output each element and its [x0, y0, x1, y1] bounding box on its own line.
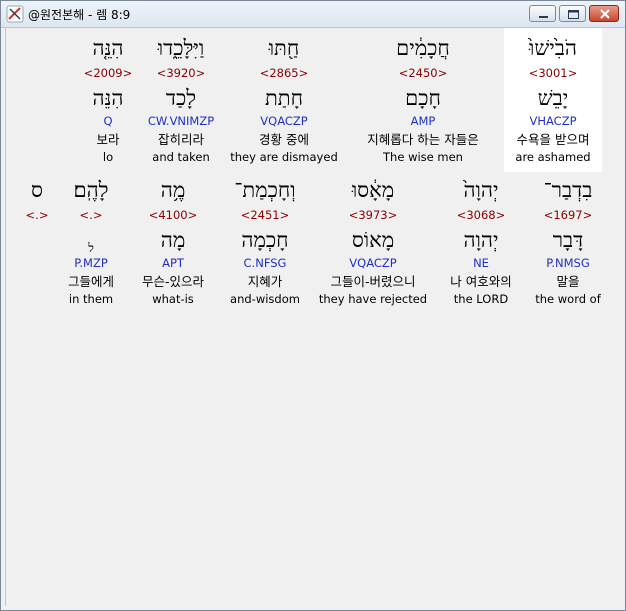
parsing-code: P.MZP: [74, 256, 108, 270]
interlinear-view[interactable]: הֹבִ֙ישׁוּ֙ <3001> יָבֵשׁ VHACZP 수욕을 받으며…: [5, 27, 620, 606]
strong-number[interactable]: <4100>: [132, 208, 214, 222]
strong-number[interactable]: <2865>: [226, 66, 342, 80]
word-cell[interactable]: הִנֵּ֤ה <2009> הִנֵּה Q 보라 lo: [80, 28, 136, 172]
title-bar[interactable]: @원전본해 - 렘 8:9: [1, 1, 625, 28]
strong-number[interactable]: <2451>: [220, 208, 310, 222]
word-cell[interactable]: וְחָכְמַת־ <2451> חָכְמָה C.NFSG 지혜가 and…: [220, 170, 310, 314]
hebrew-word: וַיִּלָּכֵ֑דוּ: [157, 36, 205, 60]
app-window: @원전본해 - 렘 8:9 הֹבִ֙ישׁוּ֙ <3001> יָבֵשׁ …: [0, 0, 626, 611]
korean-gloss: 지혜가: [247, 274, 283, 289]
strong-number[interactable]: <2009>: [80, 66, 136, 80]
lexical-form: יָבֵשׁ: [537, 86, 569, 110]
lexical-form: מָה: [160, 228, 186, 252]
lexical-form: מָאוֹס: [351, 228, 395, 252]
lexical-form: חָכָם: [405, 86, 441, 110]
strong-number[interactable]: <1697>: [532, 208, 604, 222]
korean-gloss: 지혜롭다 하는 자들은: [367, 132, 479, 147]
english-gloss: lo: [102, 150, 114, 164]
english-gloss: they have rejected: [318, 292, 428, 306]
korean-gloss: 보라: [96, 132, 120, 147]
parsing-code: NE: [473, 256, 489, 270]
hebrew-word: הֹבִ֙ישׁוּ֙: [529, 36, 577, 60]
maximize-button[interactable]: [559, 5, 586, 22]
korean-gloss: 그들이-버렸으니: [330, 274, 416, 289]
hebrew-word: מָאָ֔סוּ: [351, 178, 395, 202]
strong-number[interactable]: <3920>: [142, 66, 220, 80]
word-cell[interactable]: מֶ֥ה <4100> מָה APT 무슨-있으라 what-is: [132, 170, 214, 314]
english-gloss: and taken: [152, 150, 210, 164]
korean-gloss: 그들에게: [67, 274, 114, 289]
parsing-code: CW.VNIMZP: [147, 114, 215, 128]
parsing-code: APT: [162, 256, 184, 270]
english-gloss: are ashamed: [515, 150, 591, 164]
parsing-code: Q: [103, 114, 113, 128]
minimize-button[interactable]: [529, 5, 556, 22]
strong-number[interactable]: <.>: [20, 208, 54, 222]
word-cell[interactable]: ס <.>: [20, 170, 54, 314]
english-gloss: and-wisdom: [230, 292, 300, 306]
korean-gloss: 잡히리라: [157, 132, 204, 147]
parsing-code: VQACZP: [349, 256, 397, 270]
word-cell[interactable]: חֲכָמִ֔ים <2450> חָכָם AMP 지혜롭다 하는 자들은 T…: [348, 28, 498, 172]
hebrew-word: יְהוָה֙: [463, 178, 499, 202]
english-gloss: what-is: [152, 292, 194, 306]
close-icon: [600, 9, 610, 19]
lexical-form: חָתַת: [264, 86, 304, 110]
parsing-code: AMP: [410, 114, 436, 128]
korean-gloss: 경황 중에: [259, 132, 309, 147]
lexical-form: יְהוָה: [463, 228, 499, 252]
hebrew-word: ס: [31, 178, 43, 202]
parsing-code: VHACZP: [529, 114, 577, 128]
hebrew-word: חֲכָמִ֔ים: [396, 36, 450, 60]
strong-number[interactable]: <3068>: [436, 208, 526, 222]
hebrew-word: חַ֖תּוּ: [268, 36, 300, 60]
korean-gloss: 무슨-있으라: [141, 274, 204, 289]
strong-number[interactable]: <2450>: [348, 66, 498, 80]
word-cell[interactable]: הֹבִ֙ישׁוּ֙ <3001> יָבֵשׁ VHACZP 수욕을 받으며…: [504, 28, 602, 172]
window-title: @원전본해 - 렘 8:9: [28, 8, 131, 22]
korean-gloss: 말을: [556, 274, 580, 289]
word-cell[interactable]: וַיִּלָּכֵ֑דוּ <3920> לָכַד CW.VNIMZP 잡히…: [142, 28, 220, 172]
korean-gloss: 수욕을 받으며: [516, 132, 590, 147]
word-cell[interactable]: בִדְבַר־ <1697> דָּבָר P.NMSG 말을 the wor…: [532, 170, 604, 314]
hebrew-word: וְחָכְמַת־: [234, 178, 296, 202]
strong-number[interactable]: <3001>: [504, 66, 602, 80]
hebrew-word: בִדְבַר־: [543, 178, 593, 202]
lexical-form: דָּבָר: [552, 228, 584, 252]
parsing-code: P.NMSG: [546, 256, 590, 270]
strong-number[interactable]: <3973>: [316, 208, 430, 222]
hebrew-word: מֶ֥ה: [160, 178, 186, 202]
close-button[interactable]: [589, 5, 619, 22]
parsing-code: VQACZP: [260, 114, 308, 128]
strong-number[interactable]: <.>: [56, 208, 126, 222]
english-gloss: the word of: [535, 292, 601, 306]
word-cell[interactable]: לָהֶֽם׃ <.> ל P.MZP 그들에게 in them: [56, 170, 126, 314]
word-cell[interactable]: יְהוָה֙ <3068> יְהוָה NE 나 여호와의 the LORD: [436, 170, 526, 314]
lexical-form: הִנֵּה: [92, 86, 124, 110]
word-cell[interactable]: חַ֖תּוּ <2865> חָתַת VQACZP 경황 중에 they a…: [226, 28, 342, 172]
bible-app-icon: [6, 5, 24, 23]
minimize-icon: [539, 16, 548, 18]
maximize-icon: [568, 10, 579, 19]
english-gloss: the LORD: [453, 292, 509, 306]
english-gloss: they are dismayed: [230, 150, 338, 164]
english-gloss: The wise men: [383, 150, 463, 164]
word-cell[interactable]: מָאָ֔סוּ <3973> מָאוֹס VQACZP 그들이-버렸으니 t…: [316, 170, 430, 314]
hebrew-word: הִנֵּ֤ה: [92, 36, 124, 60]
parsing-code: C.NFSG: [243, 256, 287, 270]
english-gloss: in them: [68, 292, 114, 306]
hebrew-word: לָהֶֽם׃: [73, 178, 109, 202]
korean-gloss: 나 여호와의: [450, 274, 512, 289]
lexical-form: לָכַד: [165, 86, 197, 110]
lexical-form: חָכְמָה: [241, 228, 289, 252]
